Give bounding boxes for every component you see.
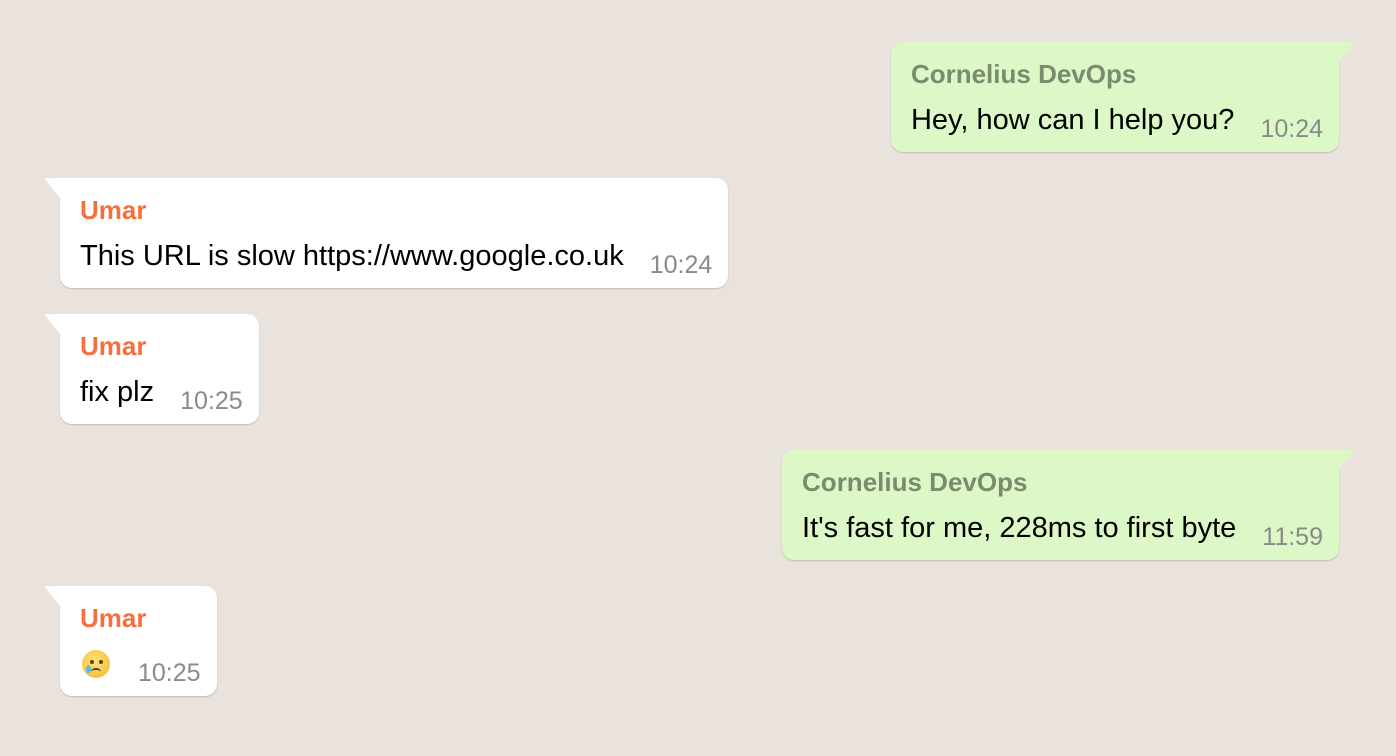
bubble-tail: [1339, 42, 1355, 62]
message-text: fix plz: [80, 376, 155, 408]
bubble-tail: [44, 586, 60, 606]
message-bubble-incoming[interactable]: Umar This URL is slow https://www.google…: [44, 178, 729, 288]
bubble-tail: [1339, 450, 1355, 470]
message-timestamp: 11:59: [1262, 523, 1323, 551]
message-sender: Umar: [80, 603, 147, 633]
bubble-tail: [44, 314, 60, 334]
message-bubble-incoming[interactable]: Umar fix plz 10:25: [44, 314, 259, 424]
message-timestamp: 10:25: [138, 659, 201, 687]
message-bubble-outgoing[interactable]: Cornelius DevOps Hey, how can I help you…: [890, 42, 1355, 152]
message-sender: Umar: [80, 331, 147, 361]
chat-window: Cornelius DevOps Hey, how can I help you…: [0, 0, 1396, 756]
message-sender: Cornelius DevOps: [910, 59, 1137, 89]
message-timestamp: 10:24: [649, 251, 713, 279]
message-bubble-outgoing[interactable]: Cornelius DevOps It's fast for me, 228ms…: [782, 450, 1355, 560]
message-sender: Umar: [80, 195, 147, 225]
message-text: It's fast for me, 228ms to first byte: [802, 512, 1237, 544]
bubble-tail: [44, 178, 60, 198]
message-bubble-incoming[interactable]: Umar 10:25: [44, 586, 217, 696]
message-timestamp: 10:24: [1260, 115, 1323, 143]
message-sender: Cornelius DevOps: [802, 467, 1028, 497]
crying-face-icon: [82, 650, 110, 678]
message-timestamp: 10:25: [180, 387, 243, 415]
message-text[interactable]: This URL is slow https://www.google.co.u…: [80, 238, 624, 274]
message-text: Hey, how can I help you?: [910, 104, 1235, 136]
